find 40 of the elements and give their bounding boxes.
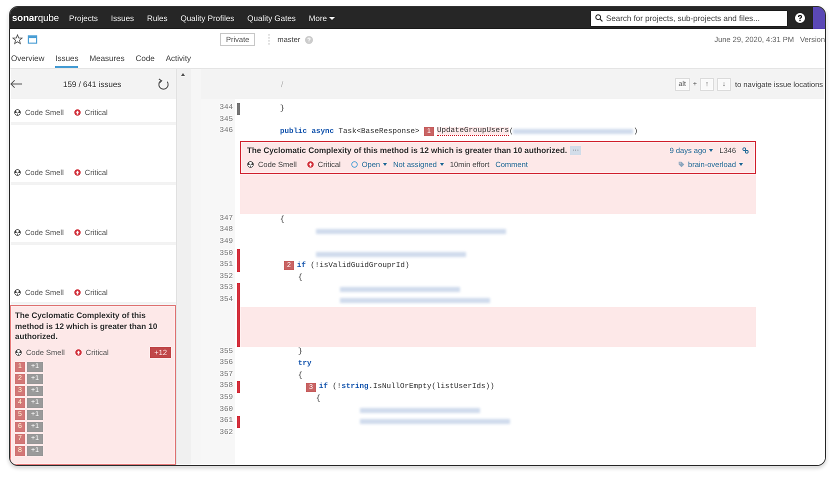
issue-message: The Cyclomatic Complexity of this method is 12 which is greater than 10 authorized. <box>247 146 568 155</box>
search-icon <box>595 14 603 22</box>
critical-severity-icon <box>74 229 81 236</box>
critical-severity-icon <box>74 169 81 176</box>
issue-message: The Cyclomatic Complexity of this method is 12 which is greater than 10 authorized. <box>15 311 158 342</box>
refresh-icon[interactable] <box>157 78 170 90</box>
help-icon[interactable] <box>795 13 805 23</box>
critical-severity-icon <box>74 289 81 296</box>
code-smell-icon <box>14 229 21 236</box>
window-icon <box>27 34 38 45</box>
scroll-up-icon[interactable] <box>181 73 185 76</box>
back-arrow-icon[interactable] <box>10 79 23 89</box>
nav-tab[interactable]: Measures <box>89 54 125 68</box>
avatar[interactable] <box>813 7 825 29</box>
nav-tab[interactable]: Activity <box>166 54 192 68</box>
nav-link[interactable]: Quality Profiles <box>180 14 234 22</box>
nav-link[interactable]: Issues <box>110 14 134 22</box>
link-icon[interactable] <box>742 146 749 154</box>
critical-severity-icon <box>306 160 314 168</box>
star-icon[interactable] <box>12 34 23 45</box>
nav-tab[interactable]: Code <box>136 54 155 68</box>
critical-severity-icon <box>74 348 82 356</box>
search-field[interactable]: Search for projects, sub-projects and files... <box>591 10 787 26</box>
code-smell-icon <box>247 160 254 168</box>
nav-link[interactable]: Rules <box>147 14 168 22</box>
nav-tab[interactable]: Overview <box>11 54 44 68</box>
sonarqube-logo[interactable]: sonarqube <box>10 12 70 24</box>
nav-link[interactable]: Projects <box>69 14 98 22</box>
branch-icon <box>267 34 272 46</box>
critical-severity-icon <box>74 109 81 116</box>
code-smell-icon <box>14 109 21 116</box>
open-status-icon <box>350 160 358 168</box>
code-smell-icon <box>14 169 21 176</box>
tag-icon <box>678 160 686 168</box>
code-smell-icon <box>14 289 21 296</box>
more-menu[interactable]: More <box>308 14 335 22</box>
nav-link[interactable]: Quality Gates <box>247 14 296 22</box>
code-smell-icon <box>15 348 22 356</box>
issue-count: 159 / 641 issues <box>63 80 122 88</box>
file-path: / <box>281 80 284 88</box>
